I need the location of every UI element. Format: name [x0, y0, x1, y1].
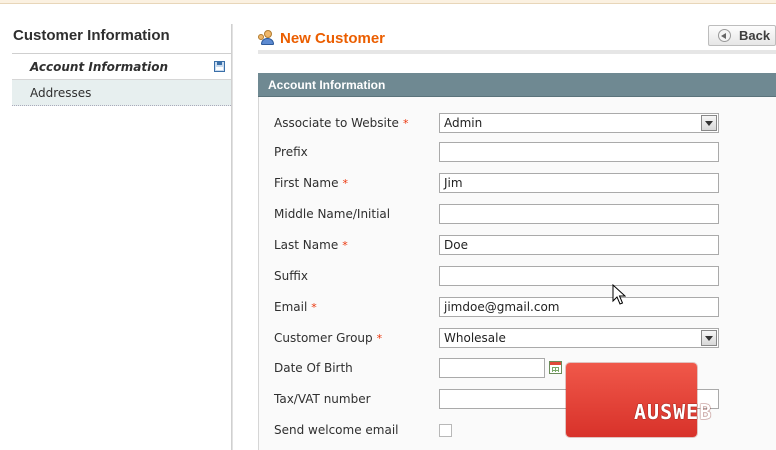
customer-icon — [258, 30, 276, 46]
taxvat-label: Tax/VAT number — [274, 392, 371, 406]
middle-name-label: Middle Name/Initial — [274, 207, 391, 221]
website-row: Associate to Website * Admin — [274, 113, 744, 135]
required-mark: * — [342, 239, 348, 252]
page-header: New Customer Back — [258, 24, 776, 54]
back-button[interactable]: Back — [708, 25, 776, 46]
page-title: New Customer — [280, 30, 386, 47]
sidebar-title: Customer Information — [12, 24, 233, 54]
customer-group-row: Customer Group * Wholesale — [274, 328, 744, 350]
save-icon — [214, 61, 225, 72]
customer-group-value: Wholesale — [444, 331, 506, 345]
calendar-icon[interactable] — [549, 361, 562, 374]
welcome-email-checkbox[interactable] — [439, 424, 452, 437]
sidebar-item-label: Addresses — [30, 86, 92, 100]
sidebar-item-account-information[interactable]: Account Information — [12, 54, 233, 80]
suffix-input[interactable] — [439, 266, 719, 286]
website-select[interactable]: Admin — [439, 113, 719, 133]
website-label: Associate to Website * — [274, 116, 409, 130]
sidebar-item-addresses[interactable]: Addresses — [12, 80, 233, 106]
suffix-row: Suffix — [274, 266, 744, 288]
welcome-email-label: Send welcome email — [274, 423, 399, 437]
first-name-input[interactable]: Jim — [439, 173, 719, 193]
first-name-row: First Name * Jim — [274, 173, 744, 195]
prefix-label: Prefix — [274, 145, 308, 159]
ausweb-logo-text: AUSWEB — [634, 400, 713, 424]
sidebar: Customer Information Account Information… — [12, 24, 233, 106]
dob-label: Date Of Birth — [274, 361, 353, 375]
last-name-label: Last Name * — [274, 238, 348, 252]
required-mark: * — [311, 301, 317, 314]
chevron-down-icon[interactable] — [701, 115, 717, 131]
suffix-label: Suffix — [274, 269, 308, 283]
middle-name-input[interactable] — [439, 204, 719, 224]
sidebar-divider — [231, 24, 233, 450]
back-button-label: Back — [739, 28, 771, 43]
section-header: Account Information — [258, 73, 776, 97]
back-arrow-icon — [718, 29, 731, 42]
customer-group-select[interactable]: Wholesale — [439, 328, 719, 348]
chevron-down-icon[interactable] — [701, 330, 717, 346]
required-mark: * — [402, 117, 409, 130]
middle-name-row: Middle Name/Initial — [274, 204, 744, 226]
prefix-input[interactable] — [439, 142, 719, 162]
last-name-input[interactable]: Doe — [439, 235, 719, 255]
mouse-cursor-icon — [612, 284, 626, 305]
website-value: Admin — [444, 116, 483, 130]
sidebar-item-label: Account Information — [30, 60, 169, 74]
dob-input[interactable] — [439, 358, 545, 378]
top-bar — [0, 0, 776, 4]
prefix-row: Prefix — [274, 142, 744, 164]
first-name-label: First Name * — [274, 176, 348, 190]
required-mark: * — [342, 177, 348, 190]
email-row: Email * jimdoe@gmail.com — [274, 297, 744, 319]
email-field[interactable]: jimdoe@gmail.com — [439, 297, 719, 317]
required-mark: * — [376, 332, 383, 345]
email-label: Email * — [274, 300, 317, 314]
customer-group-label: Customer Group * — [274, 331, 383, 345]
last-name-row: Last Name * Doe — [274, 235, 744, 257]
